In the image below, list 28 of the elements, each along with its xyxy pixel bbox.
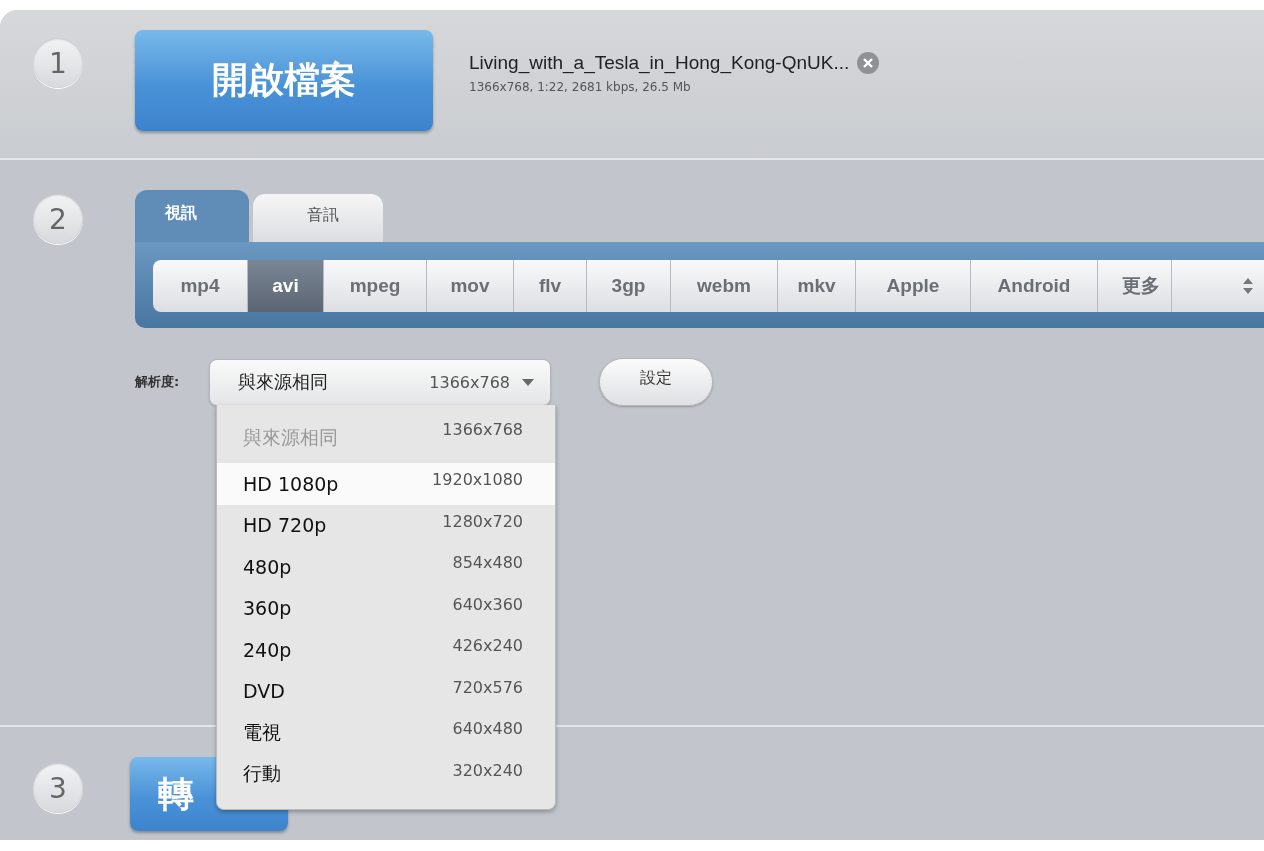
- resolution-option[interactable]: 360p 640x360: [217, 587, 555, 629]
- step-number: 2: [33, 194, 83, 244]
- format-tab[interactable]: mpeg: [324, 260, 427, 312]
- resolution-option[interactable]: 480p 854x480: [217, 546, 555, 588]
- open-file-button[interactable]: 開啟檔案: [135, 30, 433, 131]
- format-tab[interactable]: avi: [248, 260, 324, 312]
- format-tab[interactable]: Apple: [856, 260, 971, 312]
- file-info: 1366x768, 1:22, 2681 kbps, 26.5 Mb: [469, 80, 692, 94]
- format-tab[interactable]: 更多: [1098, 260, 1172, 312]
- step-number: 3: [33, 763, 83, 813]
- settings-button[interactable]: 設定: [599, 358, 713, 406]
- resolution-option[interactable]: 240p 426x240: [217, 629, 555, 671]
- resolution-label: 解析度:: [135, 373, 181, 391]
- format-tab[interactable]: 3gp: [587, 260, 671, 312]
- resolution-option[interactable]: 電視 640x480: [217, 712, 555, 754]
- resolution-option[interactable]: HD 1080p 1920x1080: [217, 463, 555, 505]
- media-tab[interactable]: 視訊: [135, 190, 249, 242]
- step-number: 1: [33, 38, 83, 88]
- format-tab[interactable]: Android: [971, 260, 1098, 312]
- format-tab[interactable]: webm: [671, 260, 778, 312]
- resolution-option[interactable]: HD 720p 1280x720: [217, 504, 555, 546]
- format-tab[interactable]: mkv: [778, 260, 856, 312]
- format-tab[interactable]: mov: [427, 260, 514, 312]
- resolution-option[interactable]: DVD 720x576: [217, 670, 555, 712]
- resolution-select[interactable]: 與來源相同 1366x768: [209, 358, 551, 406]
- media-tab[interactable]: 音訊: [253, 194, 383, 242]
- format-tab[interactable]: flv: [514, 260, 587, 312]
- file-name: Living_with_a_Tesla_in_Hong_Kong-QnUK...: [469, 52, 850, 74]
